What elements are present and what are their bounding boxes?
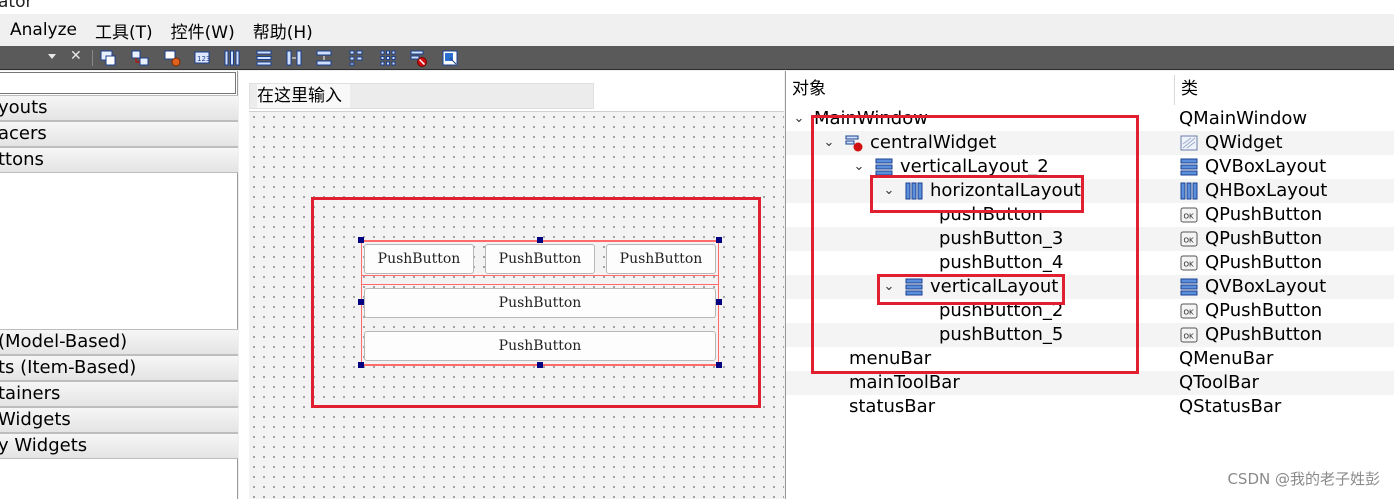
- category-layouts[interactable]: youts: [0, 95, 238, 121]
- svg-text:OK: OK: [1184, 261, 1195, 269]
- toolbar-separator: [92, 50, 93, 66]
- class-name: QStatusBar: [1179, 396, 1282, 417]
- type-here-label: 在这里输入: [257, 84, 350, 108]
- layout-horizontal-icon[interactable]: [222, 48, 242, 68]
- layout-grid-icon[interactable]: [378, 48, 398, 68]
- layout-vertical-splitter-icon[interactable]: [314, 48, 334, 68]
- selection-handle[interactable]: [716, 237, 722, 243]
- window-title: ator: [0, 0, 33, 12]
- column-header-class[interactable]: 类: [1175, 71, 1394, 107]
- class-name: QPushButton: [1205, 324, 1323, 345]
- edit-signals-icon[interactable]: [130, 48, 150, 68]
- category-label: (Model-Based): [0, 331, 128, 352]
- menu-bar: Analyze 工具(T) 控件(W) 帮助(H): [0, 14, 1394, 46]
- class-name: QPushButton: [1205, 204, 1323, 225]
- selection-handle[interactable]: [537, 237, 543, 243]
- class-name: QWidget: [1205, 132, 1283, 153]
- watermark: CSDN @我的老子姓彭: [1227, 470, 1380, 488]
- class-name: QVBoxLayout: [1205, 276, 1327, 297]
- category-label: ts (Item-Based): [0, 357, 137, 378]
- adjust-size-icon[interactable]: [440, 48, 460, 68]
- category-input-widgets[interactable]: Widgets: [0, 407, 238, 433]
- class-name: QToolBar: [1179, 372, 1259, 393]
- selection-handle[interactable]: [537, 362, 543, 368]
- class-name: QPushButton: [1205, 228, 1323, 249]
- class-name: QVBoxLayout: [1205, 156, 1327, 177]
- svg-text:OK: OK: [1184, 333, 1195, 341]
- category-label: Widgets: [0, 409, 71, 430]
- category-display-widgets[interactable]: y Widgets: [0, 433, 238, 459]
- toolbar-close-icon[interactable]: ✕: [70, 48, 82, 64]
- category-label: ttons: [0, 149, 44, 170]
- push-button-ok-icon: OK: [1179, 301, 1199, 321]
- qwidget-icon: [1179, 133, 1199, 153]
- push-button-ok-icon: OK: [1179, 325, 1199, 345]
- push-button-ok-icon: OK: [1179, 253, 1199, 273]
- category-label: tainers: [0, 383, 61, 404]
- highlight-box-tree: [811, 115, 1139, 374]
- form-editor: 在这里输入 PushButton PushButton PushButton P…: [239, 71, 784, 499]
- push-button-1[interactable]: PushButton: [364, 244, 474, 274]
- category-item-widgets[interactable]: ts (Item-Based): [0, 355, 238, 381]
- tree-row-statusbar[interactable]: statusBar QStatusBar: [786, 395, 1394, 419]
- category-label: acers: [0, 123, 47, 144]
- toolbar-dropdown-arrow-icon[interactable]: [48, 54, 56, 59]
- widget-filter-input[interactable]: [0, 72, 236, 94]
- menu-widgets[interactable]: 控件(W): [163, 18, 243, 43]
- svg-text:OK: OK: [1184, 309, 1195, 317]
- category-containers[interactable]: tainers: [0, 381, 238, 407]
- column-header-object[interactable]: 对象: [786, 71, 1174, 107]
- push-button-ok-icon: OK: [1179, 205, 1199, 225]
- menu-type-here[interactable]: 在这里输入: [249, 83, 594, 109]
- class-name: QPushButton: [1205, 300, 1323, 321]
- class-name: QMainWindow: [1179, 108, 1308, 129]
- category-buttons[interactable]: ttons: [0, 147, 238, 173]
- class-name: QHBoxLayout: [1205, 180, 1328, 201]
- edit-widgets-icon[interactable]: [98, 48, 118, 68]
- edit-tab-order-icon[interactable]: 123: [192, 48, 212, 68]
- vbox-layout-icon: [1179, 277, 1199, 297]
- push-button-2[interactable]: PushButton: [364, 288, 716, 318]
- menu-analyze[interactable]: Analyze: [0, 20, 85, 40]
- window-title-strip: ator: [0, 0, 1394, 14]
- class-name: QPushButton: [1205, 252, 1323, 273]
- svg-text:OK: OK: [1184, 237, 1195, 245]
- svg-text:OK: OK: [1184, 213, 1195, 221]
- object-name: statusBar: [849, 396, 936, 417]
- push-button-ok-icon: OK: [1179, 229, 1199, 249]
- selection-handle[interactable]: [716, 362, 722, 368]
- selection-handle[interactable]: [358, 299, 364, 305]
- tree-row-maintoolbar[interactable]: mainToolBar QToolBar: [786, 371, 1394, 395]
- hbox-layout-icon: [1179, 181, 1199, 201]
- layout-form-icon[interactable]: [346, 48, 366, 68]
- break-layout-icon[interactable]: [408, 48, 428, 68]
- highlight-box-horizontal-layout: [870, 175, 1084, 213]
- category-label: y Widgets: [0, 435, 88, 456]
- layout-vertical-icon[interactable]: [254, 48, 274, 68]
- form-canvas[interactable]: PushButton PushButton PushButton PushBut…: [249, 111, 784, 499]
- push-button-3[interactable]: PushButton: [485, 244, 595, 274]
- expand-arrow-icon[interactable]: ⌄: [792, 107, 806, 131]
- push-button-4[interactable]: PushButton: [606, 244, 716, 274]
- menu-help[interactable]: 帮助(H): [245, 18, 321, 43]
- push-button-5[interactable]: PushButton: [364, 331, 716, 361]
- selection-handle[interactable]: [716, 299, 722, 305]
- selection-handle[interactable]: [358, 362, 364, 368]
- category-item-views[interactable]: (Model-Based): [0, 329, 238, 355]
- object-inspector: 对象 类 ⌄ MainWindow QMainWindow ⌄ centralWi…: [785, 71, 1394, 499]
- selection-handle[interactable]: [358, 237, 364, 243]
- highlight-box-vertical-layout: [877, 274, 1065, 305]
- menu-tools[interactable]: 工具(T): [87, 18, 161, 43]
- class-name: QMenuBar: [1179, 348, 1274, 369]
- category-label: youts: [0, 97, 48, 118]
- svg-text:123: 123: [197, 55, 210, 63]
- main-toolbar: ✕ 123: [0, 46, 1394, 70]
- layout-horizontal-splitter-icon[interactable]: [284, 48, 304, 68]
- vbox-layout-icon: [1179, 157, 1199, 177]
- object-name: mainToolBar: [849, 372, 960, 393]
- edit-buddies-icon[interactable]: [162, 48, 182, 68]
- widget-box-panel: youts acers ttons (Model-Based) ts (Item…: [0, 71, 238, 499]
- category-spacers[interactable]: acers: [0, 121, 238, 147]
